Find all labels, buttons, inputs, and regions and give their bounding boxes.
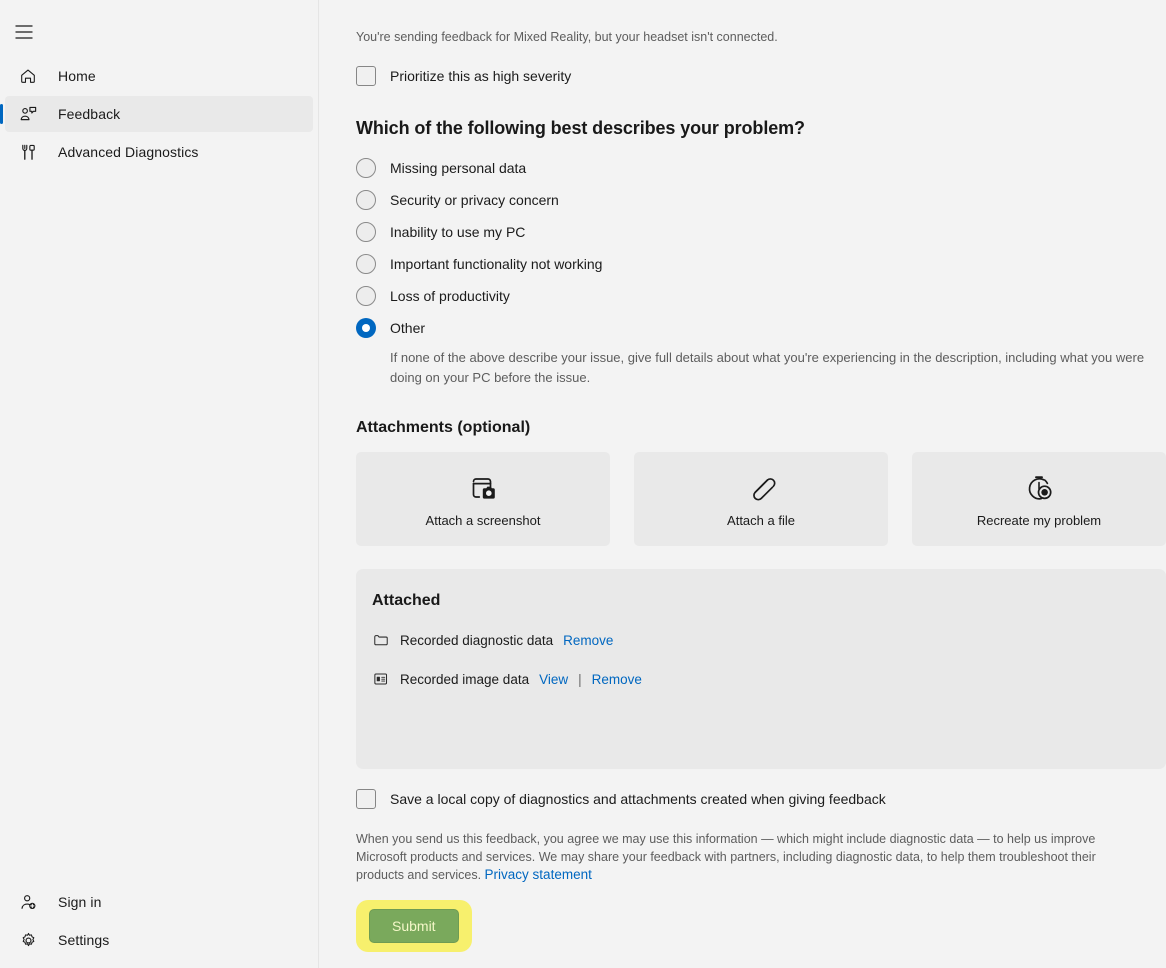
attach-card-label: Attach a file <box>727 513 795 528</box>
sidebar-item-label: Sign in <box>58 894 102 910</box>
remove-image-data-link[interactable]: Remove <box>592 672 642 687</box>
attached-title: Attached <box>372 592 441 609</box>
attached-row-image-data: Recorded image data View | Remove <box>372 670 1166 688</box>
sign-in-icon <box>16 890 40 914</box>
problem-radio-group: Missing personal data Security or privac… <box>356 152 1166 388</box>
radio-circle-selected <box>356 318 376 338</box>
checkbox-box <box>356 66 376 86</box>
save-local-copy-checkbox[interactable]: Save a local copy of diagnostics and att… <box>356 789 1166 809</box>
remove-diagnostic-data-link[interactable]: Remove <box>563 633 613 648</box>
sidebar: Home Feedback Advanced Diagnostics Sign … <box>0 0 319 968</box>
radio-option-important-functionality[interactable]: Important functionality not working <box>356 248 1166 280</box>
sidebar-item-advanced-diagnostics[interactable]: Advanced Diagnostics <box>5 134 313 170</box>
radio-option-security-privacy[interactable]: Security or privacy concern <box>356 184 1166 216</box>
headset-notice: You're sending feedback for Mixed Realit… <box>356 30 778 44</box>
folder-icon <box>372 631 390 649</box>
radio-circle <box>356 222 376 242</box>
attach-card-label: Attach a screenshot <box>425 513 541 528</box>
sidebar-item-label: Feedback <box>58 106 121 122</box>
attached-file-name: Recorded diagnostic data <box>400 632 554 648</box>
radio-circle <box>356 286 376 306</box>
radio-option-inability-to-use-pc[interactable]: Inability to use my PC <box>356 216 1166 248</box>
radio-label: Missing personal data <box>390 160 527 176</box>
view-image-data-link[interactable]: View <box>539 672 568 687</box>
prioritize-high-severity-checkbox[interactable]: Prioritize this as high severity <box>356 66 1166 86</box>
legal-disclaimer: When you send us this feedback, you agre… <box>356 831 1126 885</box>
feedback-icon <box>16 102 40 126</box>
radio-label: Security or privacy concern <box>390 192 559 208</box>
radio-circle <box>356 254 376 274</box>
legal-text: When you send us this feedback, you agre… <box>356 832 1096 882</box>
attachments-grid: Attach a screenshot Attach a file Recrea… <box>356 452 1166 546</box>
radio-circle <box>356 190 376 210</box>
sidebar-item-sign-in[interactable]: Sign in <box>5 884 313 920</box>
radio-label: Other <box>390 320 426 336</box>
sidebar-item-settings[interactable]: Settings <box>5 922 313 958</box>
problem-section-heading: Which of the following best describes yo… <box>356 118 805 138</box>
action-separator: | <box>578 671 582 687</box>
sidebar-item-home[interactable]: Home <box>5 58 313 94</box>
main-content: You're sending feedback for Mixed Realit… <box>319 0 1166 968</box>
gear-icon <box>16 928 40 952</box>
stopwatch-record-icon <box>1023 470 1055 506</box>
checkbox-box <box>356 789 376 809</box>
menu-hamburger-icon[interactable] <box>4 14 44 50</box>
attachments-heading: Attachments (optional) <box>356 419 531 436</box>
attached-file-name: Recorded image data <box>400 671 530 687</box>
attached-panel: Attached Recorded diagnostic data Remove <box>356 569 1166 769</box>
attach-screenshot-button[interactable]: Attach a screenshot <box>356 452 610 546</box>
radio-circle <box>356 158 376 178</box>
radio-option-missing-personal-data[interactable]: Missing personal data <box>356 152 1166 184</box>
privacy-statement-link[interactable]: Privacy statement <box>485 867 592 882</box>
submit-highlight-ring: Submit <box>356 899 472 952</box>
home-icon <box>16 64 40 88</box>
submit-button[interactable]: Submit <box>369 908 459 943</box>
other-option-help-text: If none of the above describe your issue… <box>390 350 1145 385</box>
screenshot-icon <box>467 470 499 506</box>
sidebar-item-feedback[interactable]: Feedback <box>0 96 313 132</box>
sidebar-bottom-nav: Sign in Settings <box>0 882 318 968</box>
checkbox-label: Save a local copy of diagnostics and att… <box>390 791 886 807</box>
diagnostics-icon <box>16 140 40 164</box>
radio-option-loss-of-productivity[interactable]: Loss of productivity <box>356 280 1166 312</box>
checkbox-label: Prioritize this as high severity <box>390 68 572 84</box>
radio-option-other[interactable]: Other <box>356 312 1166 344</box>
sidebar-item-label: Settings <box>58 932 110 948</box>
radio-label: Inability to use my PC <box>390 224 526 240</box>
image-data-icon <box>372 670 390 688</box>
radio-label: Important functionality not working <box>390 256 603 272</box>
sidebar-item-label: Advanced Diagnostics <box>58 144 199 160</box>
attached-row-diagnostic-data: Recorded diagnostic data Remove <box>372 631 1166 649</box>
paperclip-icon <box>745 470 777 506</box>
recreate-problem-button[interactable]: Recreate my problem <box>912 452 1166 546</box>
attach-file-button[interactable]: Attach a file <box>634 452 888 546</box>
radio-label: Loss of productivity <box>390 288 510 304</box>
sidebar-nav: Home Feedback Advanced Diagnostics <box>0 56 318 172</box>
sidebar-item-label: Home <box>58 68 96 84</box>
attach-card-label: Recreate my problem <box>976 513 1102 528</box>
feedback-hub-window: Home Feedback Advanced Diagnostics Sign … <box>0 0 1166 968</box>
